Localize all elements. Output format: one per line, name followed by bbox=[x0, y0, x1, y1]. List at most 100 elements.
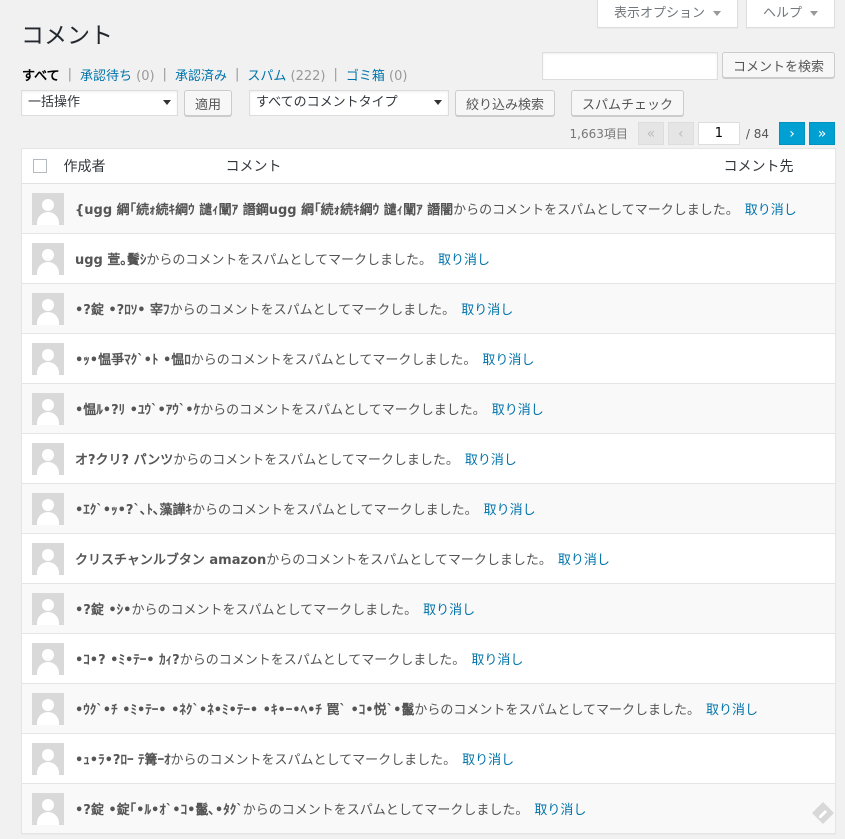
filter-pending-label: 承認待ち bbox=[79, 69, 132, 84]
filter-all[interactable]: すべて bbox=[22, 65, 60, 84]
search-button[interactable]: コメントを検索 bbox=[721, 52, 835, 78]
spam-notice: {ugg 綱｢続ｫ続ｷ綱ｳ 譴ｨ闡ｱ 譖鋼ugg 綱｢続ｫ続ｷ綱ｳ 譴ｨ闡ｱ 譖… bbox=[22, 184, 835, 233]
undo-link[interactable]: 取り消し bbox=[471, 653, 523, 668]
spam-suffix: からのコメントをスパムとしてマークしました。 bbox=[200, 403, 486, 418]
avatar bbox=[32, 692, 64, 725]
separator: | bbox=[234, 67, 240, 82]
avatar bbox=[32, 392, 64, 425]
undo-link[interactable]: 取り消し bbox=[706, 703, 758, 718]
column-response[interactable]: コメント先 bbox=[723, 148, 836, 184]
spam-suffix: からのコメントをスパムとしてマークしました。 bbox=[242, 803, 529, 818]
user-icon-body bbox=[37, 261, 59, 275]
first-page-button[interactable]: « bbox=[637, 122, 664, 145]
table-row: •?錠 •錠｢•ﾙ•ｵ`•ｺ•鬣､•ﾀｸ`からのコメントをスパムとしてマークしま… bbox=[21, 783, 836, 834]
spam-suffix: からのコメントをスパムとしてマークしました。 bbox=[414, 703, 701, 718]
separator: | bbox=[162, 67, 167, 82]
undo-link[interactable]: 取り消し bbox=[423, 603, 475, 618]
screen-meta-links: 表示オプション ヘルプ bbox=[596, 0, 835, 28]
user-icon bbox=[42, 598, 54, 611]
user-icon-body bbox=[37, 811, 59, 825]
table-row: •ｭ•ﾗ•?ﾛｰ ﾃ篝ｰｵからのコメントをスパムとしてマークしました。 取り消し bbox=[21, 733, 836, 784]
user-icon-body bbox=[37, 311, 59, 325]
filter-spam-label: スパム bbox=[247, 69, 287, 84]
help-button[interactable]: ヘルプ bbox=[745, 0, 835, 28]
spam-notice-cell: •ｯ•愠爭ﾏｸ`•ﾄ •愠ﾛからのコメントをスパムとしてマークしました。 取り消し bbox=[21, 333, 836, 384]
undo-link[interactable]: 取り消し bbox=[484, 503, 536, 518]
feedback-icon[interactable] bbox=[811, 801, 835, 825]
spam-check-button[interactable]: スパムチェック bbox=[571, 90, 685, 116]
user-icon-body bbox=[37, 511, 59, 525]
last-page-button[interactable]: » bbox=[809, 122, 835, 145]
filter-trash[interactable]: ゴミ箱 (0) bbox=[346, 65, 408, 84]
spam-suffix: からのコメントをスパムとしてマークしました。 bbox=[131, 603, 418, 618]
table-row: •ｯ•愠爭ﾏｸ`•ﾄ •愠ﾛからのコメントをスパムとしてマークしました。 取り消し bbox=[21, 333, 836, 384]
table-row: •?錠 •ｼ•からのコメントをスパムとしてマークしました。 取り消し bbox=[21, 583, 836, 634]
spam-message: •?錠 •?ﾛｿ• 宰ﾌからのコメントをスパムとしてマークしました。 取り消し bbox=[75, 299, 513, 318]
spam-notice-cell: •愠ﾙ•?ﾘ •ﾕｳ`•ｱｳ`•ｹからのコメントをスパムとしてマークしました。取… bbox=[21, 383, 836, 434]
spam-notice: •?錠 •?ﾛｿ• 宰ﾌからのコメントをスパムとしてマークしました。 取り消し bbox=[22, 284, 835, 333]
undo-link[interactable]: 取り消し bbox=[492, 403, 544, 418]
bulk-action-select[interactable]: 一括操作 bbox=[21, 90, 178, 116]
filter-trash-label: ゴミ箱 bbox=[345, 69, 385, 84]
separator: | bbox=[67, 67, 72, 82]
spam-message: •?錠 •錠｢•ﾙ•ｵ`•ｺ•鬣､•ﾀｸ`からのコメントをスパムとしてマークしま… bbox=[75, 799, 586, 818]
spam-message: •ｯ•愠爭ﾏｸ`•ﾄ •愠ﾛからのコメントをスパムとしてマークしました。 取り消し bbox=[75, 349, 534, 368]
column-author[interactable]: 作成者 bbox=[63, 148, 226, 184]
user-icon bbox=[42, 448, 54, 461]
comment-type-select[interactable]: すべてのコメントタイプ bbox=[249, 90, 449, 116]
comment-author: •愠ﾙ•?ﾘ •ﾕｳ`•ｱｳ`•ｹ bbox=[75, 403, 201, 418]
comment-type-value: すべてのコメントタイプ bbox=[256, 95, 398, 110]
spam-message: クリスチャンルブタン amazonからのコメントをスパムとしてマークしました。取… bbox=[75, 549, 610, 568]
help-label: ヘルプ bbox=[762, 6, 802, 21]
spam-notice-cell: {ugg 綱｢続ｫ続ｷ綱ｳ 譴ｨ闡ｱ 譖鋼ugg 綱｢続ｫ続ｷ綱ｳ 譴ｨ闡ｱ 譖… bbox=[21, 183, 836, 234]
undo-link[interactable]: 取り消し bbox=[461, 303, 513, 318]
undo-link[interactable]: 取り消し bbox=[745, 203, 797, 218]
comments-table: 作成者 コメント コメント先 {ugg 綱｢続ｫ続ｷ綱ｳ 譴ｨ闡ｱ 譖鋼ugg … bbox=[21, 148, 836, 834]
undo-link[interactable]: 取り消し bbox=[465, 453, 517, 468]
prev-page-button[interactable]: ‹ bbox=[667, 122, 694, 145]
user-icon-body bbox=[37, 561, 59, 575]
select-all-checkbox[interactable] bbox=[33, 159, 47, 173]
undo-link[interactable]: 取り消し bbox=[438, 253, 490, 268]
screen-options-button[interactable]: 表示オプション bbox=[596, 0, 738, 28]
filter-pending[interactable]: 承認待ち (0) bbox=[80, 65, 155, 84]
table-row: クリスチャンルブタン amazonからのコメントをスパムとしてマークしました。取… bbox=[21, 533, 836, 584]
chevron-down-icon bbox=[810, 11, 818, 16]
filter-spam[interactable]: スパム (222) bbox=[247, 65, 325, 84]
filter-pending-count: (0) bbox=[136, 69, 155, 84]
user-icon bbox=[42, 748, 54, 761]
avatar bbox=[32, 542, 64, 575]
spam-message: •ｺ•? •ﾐ•ﾃｰ• ｶｨ?からのコメントをスパムとしてマークしました。 取り消… bbox=[75, 649, 523, 668]
filter-approved[interactable]: 承認済み bbox=[175, 65, 227, 84]
table-row: ugg 萱｡鬢ｼからのコメントをスパムとしてマークしました。 取り消し bbox=[21, 233, 836, 284]
undo-link[interactable]: 取り消し bbox=[558, 553, 610, 568]
comment-author: ugg 萱｡鬢ｼ bbox=[75, 253, 147, 268]
column-comment: コメント bbox=[225, 148, 724, 184]
spam-notice: ugg 萱｡鬢ｼからのコメントをスパムとしてマークしました。 取り消し bbox=[22, 234, 835, 283]
spam-suffix: からのコメントをスパムとしてマークしました。 bbox=[169, 303, 456, 318]
filter-button[interactable]: 絞り込み検索 bbox=[455, 90, 556, 116]
column-comment-label: コメント bbox=[225, 159, 282, 175]
spam-notice: •ｯ•愠爭ﾏｸ`•ﾄ •愠ﾛからのコメントをスパムとしてマークしました。 取り消し bbox=[22, 334, 835, 383]
undo-link[interactable]: 取り消し bbox=[462, 753, 514, 768]
spam-notice-cell: オ?クリ? パンツからのコメントをスパムとしてマークしました。 取り消し bbox=[21, 433, 836, 484]
spam-suffix: からのコメントをスパムとしてマークしました。 bbox=[266, 553, 552, 568]
next-page-button[interactable]: › bbox=[779, 122, 805, 145]
spam-message: ugg 萱｡鬢ｼからのコメントをスパムとしてマークしました。 取り消し bbox=[75, 249, 490, 268]
search-input[interactable] bbox=[541, 52, 718, 80]
apply-button[interactable]: 適用 bbox=[184, 90, 233, 116]
user-icon bbox=[42, 548, 54, 561]
table-row: •?錠 •?ﾛｿ• 宰ﾌからのコメントをスパムとしてマークしました。 取り消し bbox=[21, 283, 836, 334]
comment-author: •?錠 •?ﾛｿ• 宰ﾌ bbox=[75, 303, 170, 318]
undo-link[interactable]: 取り消し bbox=[482, 353, 534, 368]
table-row: •ｳｸ`•ﾁ •ﾐ•ﾃｰ• •ﾈｸ`•ﾈ•ﾐ•ﾃｰ• •ｷ•ｰ•ﾍ•ﾁ 罠` •… bbox=[21, 683, 836, 734]
avatar bbox=[32, 292, 64, 325]
spam-notice: •ｺ•? •ﾐ•ﾃｰ• ｶｨ?からのコメントをスパムとしてマークしました。 取り消… bbox=[22, 634, 835, 683]
spam-suffix: からのコメントをスパムとしてマークしました。 bbox=[190, 353, 477, 368]
comments-list: {ugg 綱｢続ｫ続ｷ綱ｳ 譴ｨ闡ｱ 譖鋼ugg 綱｢続ｫ続ｷ綱ｳ 譴ｨ闡ｱ 譖… bbox=[21, 183, 836, 834]
spam-notice-cell: •?錠 •ｼ•からのコメントをスパムとしてマークしました。 取り消し bbox=[21, 583, 836, 634]
comment-author: クリスチャンルブタン amazon bbox=[75, 553, 267, 568]
current-page-input[interactable] bbox=[697, 122, 740, 145]
undo-link[interactable]: 取り消し bbox=[534, 803, 586, 818]
avatar bbox=[32, 242, 64, 275]
